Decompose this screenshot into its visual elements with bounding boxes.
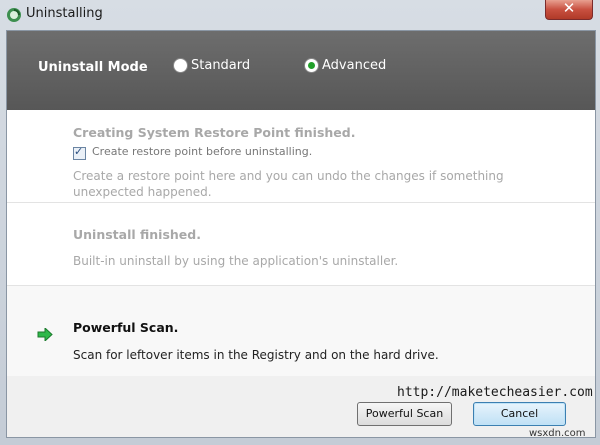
current-step-arrow-icon [37,328,53,341]
step-powerful-scan: Powerful Scan. Scan for leftover items i… [7,286,595,376]
uninstall-description: Built-in uninstall by using the applicat… [73,254,399,268]
step-uninstall: Uninstall finished. Built-in uninstall b… [7,203,595,286]
title-bar[interactable]: Uninstalling ✕ [0,0,600,32]
window-title: Uninstalling [26,6,103,21]
window-frame: Uninstalling ✕ Uninstall Mode Standard A… [0,0,600,445]
restore-point-title: Creating System Restore Point finished. [73,125,356,140]
advanced-radio-label[interactable]: Advanced [322,58,386,73]
watermark-url: http://maketecheasier.com [397,385,593,400]
dialog-footer: http://maketecheasier.com Powerful Scan … [7,376,595,437]
uninstall-title: Uninstall finished. [73,227,201,242]
corner-watermark: wsxdn.com [529,428,586,439]
powerful-scan-button[interactable]: Powerful Scan [357,402,452,426]
powerful-scan-title: Powerful Scan. [73,320,179,335]
dialog-client-area: Uninstall Mode Standard Advanced Creatin… [6,30,596,438]
step-restore-point: Creating System Restore Point finished. … [7,110,595,203]
advanced-radio[interactable] [304,58,319,73]
app-icon [7,8,21,22]
standard-radio-label[interactable]: Standard [191,58,250,73]
close-button[interactable]: ✕ [545,0,593,20]
close-icon: ✕ [562,0,576,17]
steps-panel: Creating System Restore Point finished. … [7,110,595,376]
restore-point-checkbox-label[interactable]: Create restore point before uninstalling… [92,145,312,158]
restore-point-description: Create a restore point here and you can … [73,169,504,199]
powerful-scan-description: Scan for leftover items in the Registry … [73,348,439,362]
mode-bar: Uninstall Mode Standard Advanced [7,31,595,110]
cancel-button[interactable]: Cancel [473,402,566,426]
uninstall-mode-label: Uninstall Mode [38,60,148,75]
restore-point-checkbox[interactable] [73,145,86,160]
standard-radio[interactable] [173,58,188,73]
